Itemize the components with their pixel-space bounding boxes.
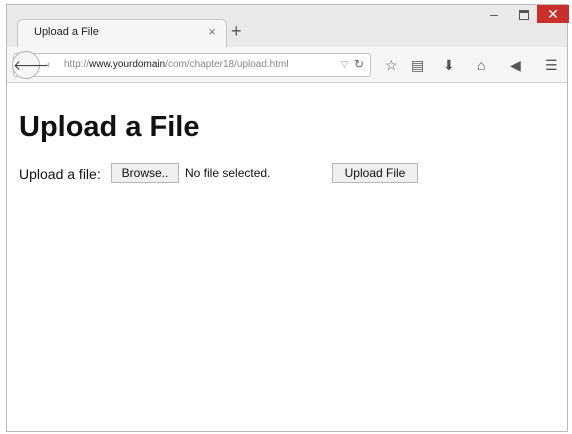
home-icon[interactable]: ⌂: [477, 57, 485, 73]
maximize-icon[interactable]: [513, 7, 535, 23]
tab-close-icon[interactable]: ×: [208, 24, 216, 39]
file-status: No file selected.: [185, 166, 271, 180]
url-dropdown-icon[interactable]: ▽: [341, 59, 348, 70]
upload-form: Upload a file: Browse.. No file selected…: [19, 163, 559, 185]
browser-tab[interactable]: Upload a File ×: [17, 19, 227, 47]
back-arrow-icon[interactable]: 🡐: [12, 51, 51, 79]
download-icon[interactable]: ⬇: [443, 57, 455, 74]
close-icon[interactable]: ✕: [537, 5, 569, 23]
browse-button[interactable]: Browse..: [111, 163, 179, 183]
menu-icon[interactable]: ☰: [545, 57, 558, 74]
url-path: /com/chapter18/upload.html: [165, 59, 289, 70]
reload-icon[interactable]: ↻: [354, 57, 364, 71]
reading-list-icon[interactable]: ▤: [411, 57, 424, 74]
upload-label: Upload a file:: [19, 166, 101, 182]
url-bar[interactable]: 🡐 ◐ http://www.yourdomain/com/chapter18/…: [12, 51, 371, 79]
page-content: Upload a File Upload a file: Browse.. No…: [7, 83, 567, 431]
tab-title: Upload a File: [34, 26, 99, 38]
minimize-icon[interactable]: –: [483, 7, 505, 23]
send-icon[interactable]: ◀: [510, 57, 521, 74]
url-prefix: http://: [64, 59, 90, 70]
url-text[interactable]: http://www.yourdomain/com/chapter18/uplo…: [64, 59, 289, 70]
bookmark-star-icon[interactable]: ☆: [385, 57, 398, 74]
site-identity-icon[interactable]: ◐: [46, 59, 53, 71]
upload-file-button[interactable]: Upload File: [332, 163, 418, 183]
new-tab-icon[interactable]: +: [231, 21, 242, 42]
url-domain: www.yourdomain: [89, 59, 166, 70]
browser-window: Upload a File × + – ✕ 🡐 ◐ http://www.you…: [6, 4, 569, 432]
navigation-toolbar: 🡐 ◐ http://www.yourdomain/com/chapter18/…: [7, 47, 567, 83]
page-title: Upload a File: [19, 111, 200, 143]
title-bar: Upload a File × + – ✕: [7, 5, 569, 47]
